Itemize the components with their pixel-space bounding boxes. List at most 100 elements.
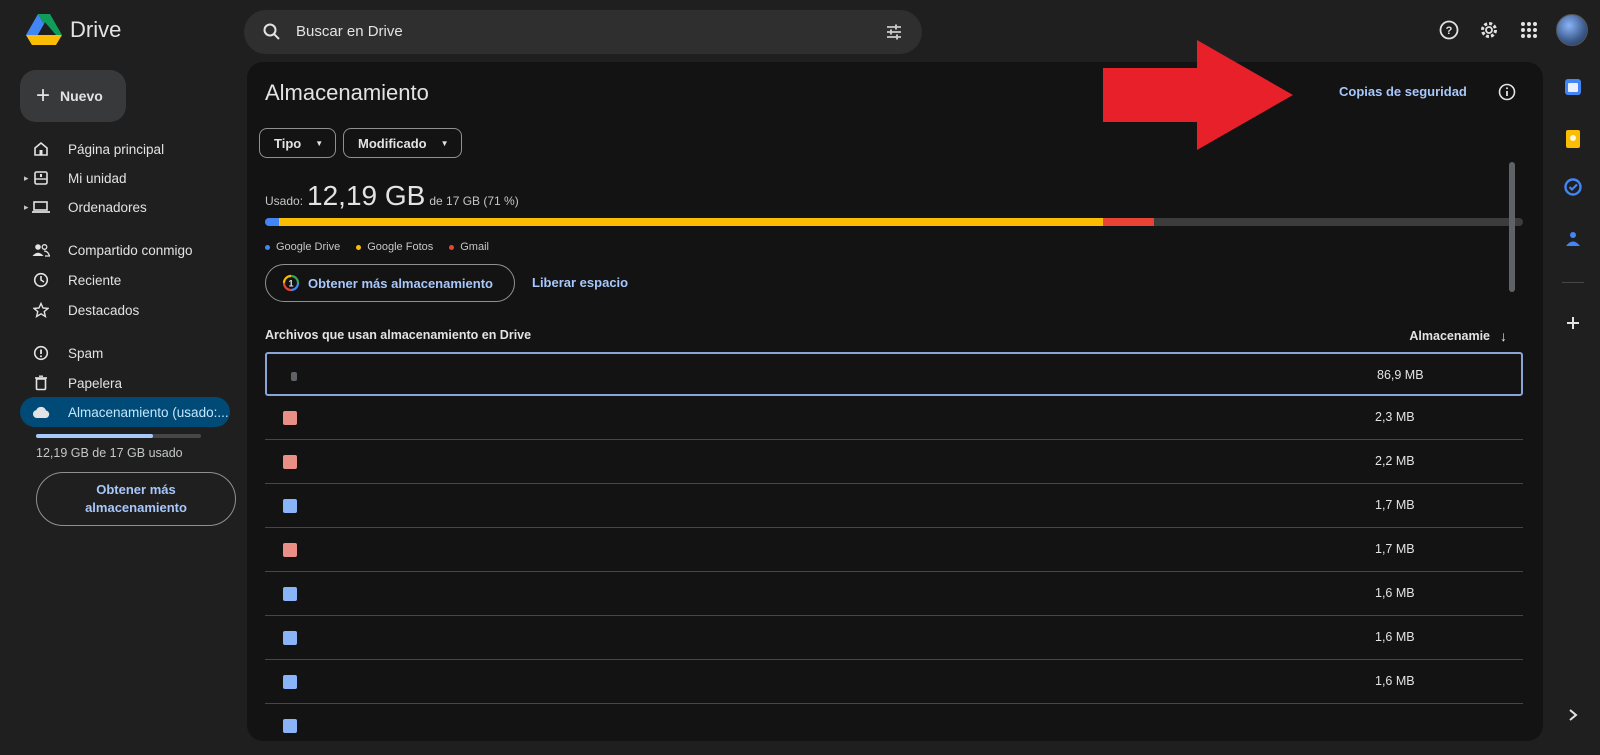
contacts-icon[interactable] (1562, 228, 1584, 250)
sidebar-item-trash[interactable]: Papelera (20, 368, 230, 398)
sidebar-get-more-label: Obtener más almacenamiento (85, 482, 187, 515)
tasks-icon[interactable] (1562, 176, 1584, 198)
help-icon[interactable]: ? (1436, 17, 1462, 43)
table-row[interactable]: 1,6 MB (265, 572, 1523, 616)
google-one-icon: 1 (282, 274, 300, 292)
quota-segment-photos (278, 218, 1103, 226)
document-file-icon (283, 675, 297, 689)
used-total: de 17 GB (71 %) (429, 194, 519, 208)
computers-icon (26, 199, 56, 215)
sidebar-storage-bar (36, 434, 201, 438)
modified-filter-label: Modificado (358, 135, 427, 151)
home-icon (26, 141, 56, 157)
new-button[interactable]: + Nuevo (20, 70, 126, 122)
sidebar-item-storage[interactable]: Almacenamiento (usado:... (20, 397, 230, 427)
apps-grid-icon[interactable] (1516, 17, 1542, 43)
legend-dot (356, 244, 362, 250)
type-filter-chip[interactable]: Tipo ▼ (259, 128, 337, 158)
sidebar-storage-text: 12,19 GB de 17 GB usado (36, 446, 183, 460)
type-filter-label: Tipo (274, 135, 302, 151)
quota-bar (265, 218, 1523, 226)
keep-icon[interactable] (1562, 128, 1584, 150)
file-size: 2,3 MB (1375, 410, 1415, 424)
file-size: 1,6 MB (1375, 586, 1415, 600)
sidebar-item-label: Compartido conmigo (68, 242, 193, 258)
table-row[interactable]: 2,3 MB (265, 396, 1523, 440)
storage-column-header[interactable]: Almacenamie ↓ (1409, 328, 1507, 344)
table-row[interactable]: 1,7 MB (265, 528, 1523, 572)
usage-summary: Usado: 12,19 GB de 17 GB (71 %) (265, 180, 519, 212)
storage-panel: Almacenamiento Copias de seguridad Tipo … (247, 62, 1543, 741)
recent-icon (26, 272, 56, 288)
legend-item-drive: Google Drive (265, 241, 340, 253)
file-size: 1,7 MB (1375, 498, 1415, 512)
table-row[interactable]: 86,9 MB (265, 352, 1523, 396)
legend-label: Google Drive (276, 241, 341, 253)
search-bar[interactable]: Buscar en Drive (244, 10, 922, 54)
sidebar-item-computers[interactable]: ▸ Ordenadores (20, 192, 230, 222)
file-size: 1,6 MB (1375, 674, 1415, 688)
document-file-icon (283, 631, 297, 645)
annotation-arrow (1103, 40, 1293, 150)
files-header-title: Archivos que usan almacenamiento en Driv… (265, 328, 532, 342)
table-row[interactable]: 1,6 MB (265, 616, 1523, 660)
drive-logo-icon (26, 14, 62, 45)
table-row[interactable]: 1,7 MB (265, 484, 1523, 528)
chevron-right-icon[interactable] (1562, 704, 1584, 726)
sidebar-item-label: Mi unidad (68, 170, 127, 186)
sort-down-arrow-icon: ↓ (1500, 328, 1507, 344)
dropdown-arrow-icon: ▼ (315, 138, 324, 148)
plus-icon: + (36, 82, 51, 109)
sidebar-item-home[interactable]: Página principal (20, 134, 230, 164)
add-addon-plus-icon[interactable] (1562, 312, 1584, 334)
dropdown-arrow-icon: ▼ (440, 138, 449, 148)
sidebar-item-shared[interactable]: Compartido conmigo (20, 235, 230, 265)
modified-filter-chip[interactable]: Modificado ▼ (343, 128, 462, 158)
trash-icon (26, 375, 56, 391)
table-row[interactable]: 2,2 MB (265, 440, 1523, 484)
sidebar-get-more-storage-button[interactable]: Obtener más almacenamiento (36, 472, 236, 526)
pdf-file-icon (283, 411, 297, 425)
expand-caret-icon[interactable]: ▸ (24, 173, 29, 184)
table-row[interactable]: 1,6 MB (265, 660, 1523, 704)
sidebar-item-label: Almacenamiento (usado:... (68, 404, 229, 420)
settings-gear-icon[interactable] (1476, 17, 1502, 43)
free-up-space-link[interactable]: Liberar espacio (532, 275, 628, 290)
file-size: 2,2 MB (1375, 454, 1415, 468)
sidebar-storage-fill (36, 434, 154, 438)
sidebar-item-spam[interactable]: Spam (20, 338, 230, 368)
table-row[interactable] (265, 704, 1523, 741)
cloud-icon (26, 405, 56, 419)
drive-logo[interactable]: Drive (26, 14, 121, 46)
expand-caret-icon[interactable]: ▸ (24, 202, 29, 213)
used-label: Usado: (265, 194, 304, 208)
sidebar-item-label: Ordenadores (68, 199, 147, 215)
backups-link[interactable]: Copias de seguridad (1339, 84, 1467, 99)
app-name: Drive (70, 17, 122, 42)
quota-segment-drive (265, 218, 279, 226)
sidebar-item-label: Reciente (68, 272, 122, 288)
account-avatar[interactable] (1556, 14, 1588, 46)
search-options-icon[interactable] (884, 22, 904, 42)
quota-legend: Google Drive Google Fotos Gmail (265, 241, 489, 253)
svg-text:1: 1 (288, 279, 293, 289)
info-icon[interactable] (1497, 82, 1517, 102)
file-icon (291, 372, 297, 381)
my-drive-icon (26, 170, 56, 186)
legend-dot (265, 244, 270, 250)
sidebar-item-my-drive[interactable]: ▸ Mi unidad (20, 163, 230, 193)
sidebar-item-recent[interactable]: Reciente (20, 265, 230, 295)
rail-divider (1562, 282, 1584, 283)
calendar-icon[interactable] (1562, 76, 1584, 98)
scrollbar[interactable] (1509, 162, 1515, 292)
document-file-icon (283, 587, 297, 601)
search-input[interactable]: Buscar en Drive (296, 23, 403, 40)
top-bar: Drive Buscar en Drive ? (0, 0, 1600, 64)
sidebar-item-starred[interactable]: Destacados (20, 295, 230, 325)
search-icon[interactable] (262, 22, 282, 42)
sidebar-item-label: Papelera (68, 375, 123, 391)
get-more-storage-button[interactable]: 1 Obtener más almacenamiento (265, 264, 515, 302)
legend-item-photos: Google Fotos (356, 241, 433, 253)
sidebar-item-label: Destacados (68, 302, 140, 318)
used-value: 12,19 GB (307, 180, 426, 211)
